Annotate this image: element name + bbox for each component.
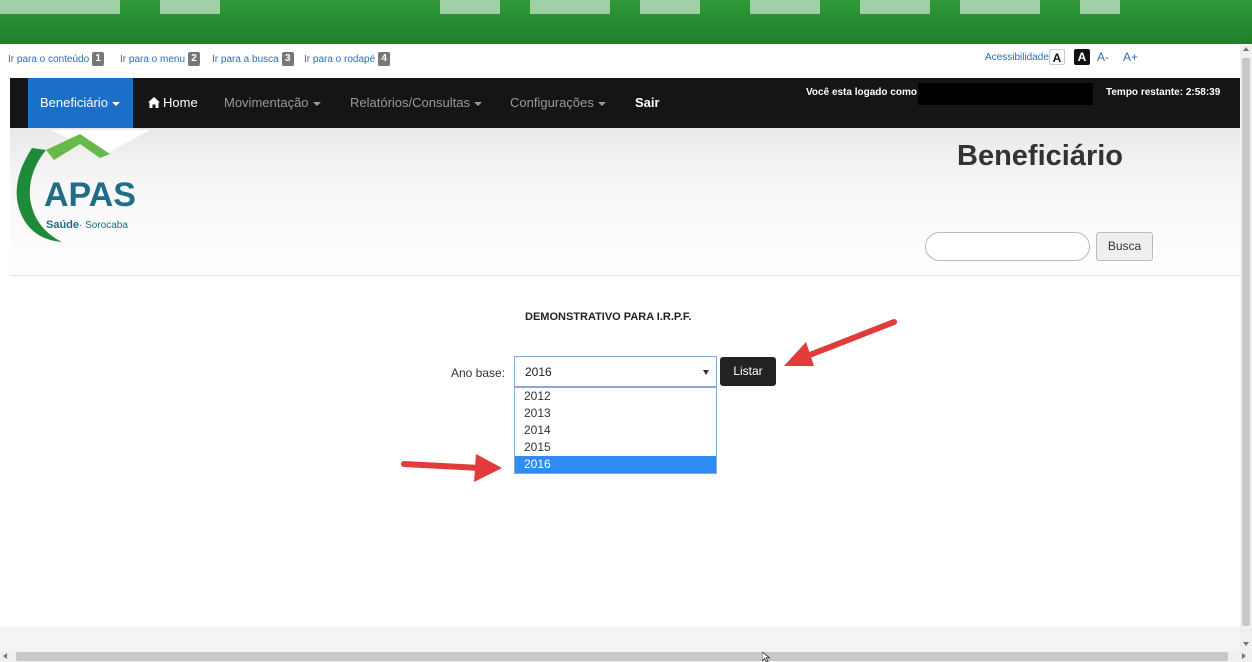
font-increase-button[interactable]: A+ [1123,50,1138,64]
logo-text: APAS [44,176,136,214]
nav-movimentacao[interactable]: Movimentação [224,78,321,128]
scroll-down-icon[interactable] [1243,642,1249,646]
skip-link-label: Ir para o rodapé [304,53,376,65]
high-contrast-button[interactable]: A [1074,49,1090,65]
skip-link-number: 3 [281,52,294,66]
caret-down-icon [111,101,120,106]
search-button[interactable]: Busca [1096,232,1153,261]
skip-link-label: Ir para a busca [212,53,279,65]
scroll-left-icon[interactable] [3,653,7,659]
dropdown-option-2012[interactable]: 2012 [515,388,716,405]
nav-relatorios[interactable]: Relatórios/Consultas [350,78,482,128]
nav-label: Relatórios/Consultas [350,95,470,110]
nav-label: Configurações [510,95,594,110]
scroll-up-icon[interactable] [1243,47,1249,51]
caret-down-icon [473,101,482,106]
skip-link-number: 1 [92,52,105,66]
skip-link-number: 4 [378,52,391,66]
nav-configuracoes[interactable]: Configurações [510,78,606,128]
nav-sair[interactable]: Sair [635,78,660,128]
skip-link-number: 2 [188,52,201,66]
annotation-arrow-2016 [401,454,502,482]
home-icon [148,97,160,108]
logged-user-text: Você esta logado como [806,87,917,98]
logo-subtitle: · Sorocaba [79,220,128,231]
dropdown-option-2014[interactable]: 2014 [515,422,716,439]
vertical-scroll-thumb[interactable] [1242,58,1250,626]
search-input[interactable] [925,232,1090,261]
footer-strip [0,627,1240,651]
page: Ir para o conteúdo 1 Ir para o menu 2 Ir… [0,0,1252,662]
session-timer: Tempo restante: 2:58:39 [1106,87,1221,98]
horizontal-scroll-thumb[interactable] [16,652,1228,661]
nav-home[interactable]: Home [148,78,198,128]
caret-down-icon [597,101,606,106]
selected-year: 2016 [525,365,552,379]
font-decrease-button[interactable]: A- [1097,50,1109,64]
annotation-arrow-listar [784,319,897,366]
page-title: Beneficiário [957,140,1123,172]
dropdown-option-2013[interactable]: 2013 [515,405,716,422]
dropdown-option-2015[interactable]: 2015 [515,439,716,456]
dropdown-arrow-icon [703,370,709,375]
ano-base-label: Ano base: [451,366,506,380]
year-dropdown-list: 2012 2013 2014 2015 2016 [514,387,717,474]
ano-base-select[interactable]: 2016 [514,356,717,387]
scroll-right-icon[interactable] [1242,653,1246,659]
caret-down-icon [312,101,321,106]
skip-links-bar: Ir para o conteúdo 1 Ir para o menu 2 Ir… [0,46,1240,74]
mouse-cursor-icon [762,652,770,662]
nav-label: Home [163,95,198,110]
vertical-scrollbar[interactable] [1240,44,1252,651]
font-normal-button[interactable]: A [1049,49,1065,65]
section-title: DEMONSTRATIVO PARA I.R.P.F. [525,311,692,323]
skip-link-menu[interactable]: Ir para o menu 2 [120,52,201,66]
skip-link-content[interactable]: Ir para o conteúdo 1 [8,52,105,66]
redacted-username [918,83,1093,105]
skip-link-footer[interactable]: Ir para o rodapé 4 [304,52,391,66]
apas-logo[interactable]: APAS Saúde · Sorocaba [10,128,150,248]
nav-beneficiario[interactable]: Beneficiário [28,78,133,128]
skip-link-search[interactable]: Ir para a busca 3 [212,52,294,66]
nav-label: Movimentação [224,95,309,110]
main-navbar: Beneficiário Home Movimentação Relatório… [10,78,1240,128]
dropdown-option-2016[interactable]: 2016 [515,456,716,473]
nav-label: Beneficiário [40,95,108,110]
listar-button[interactable]: Listar [720,357,776,386]
page-header: APAS Saúde · Sorocaba Beneficiário Busca [10,128,1240,276]
horizontal-scrollbar[interactable] [0,651,1252,662]
skip-link-label: Ir para o menu [120,53,186,65]
skip-link-label: Ir para o conteúdo [8,53,90,65]
logo-subtitle-bold: Saúde [46,219,79,231]
accessibility-link[interactable]: Acessibilidade [985,52,1049,63]
top-banner [0,0,1252,44]
